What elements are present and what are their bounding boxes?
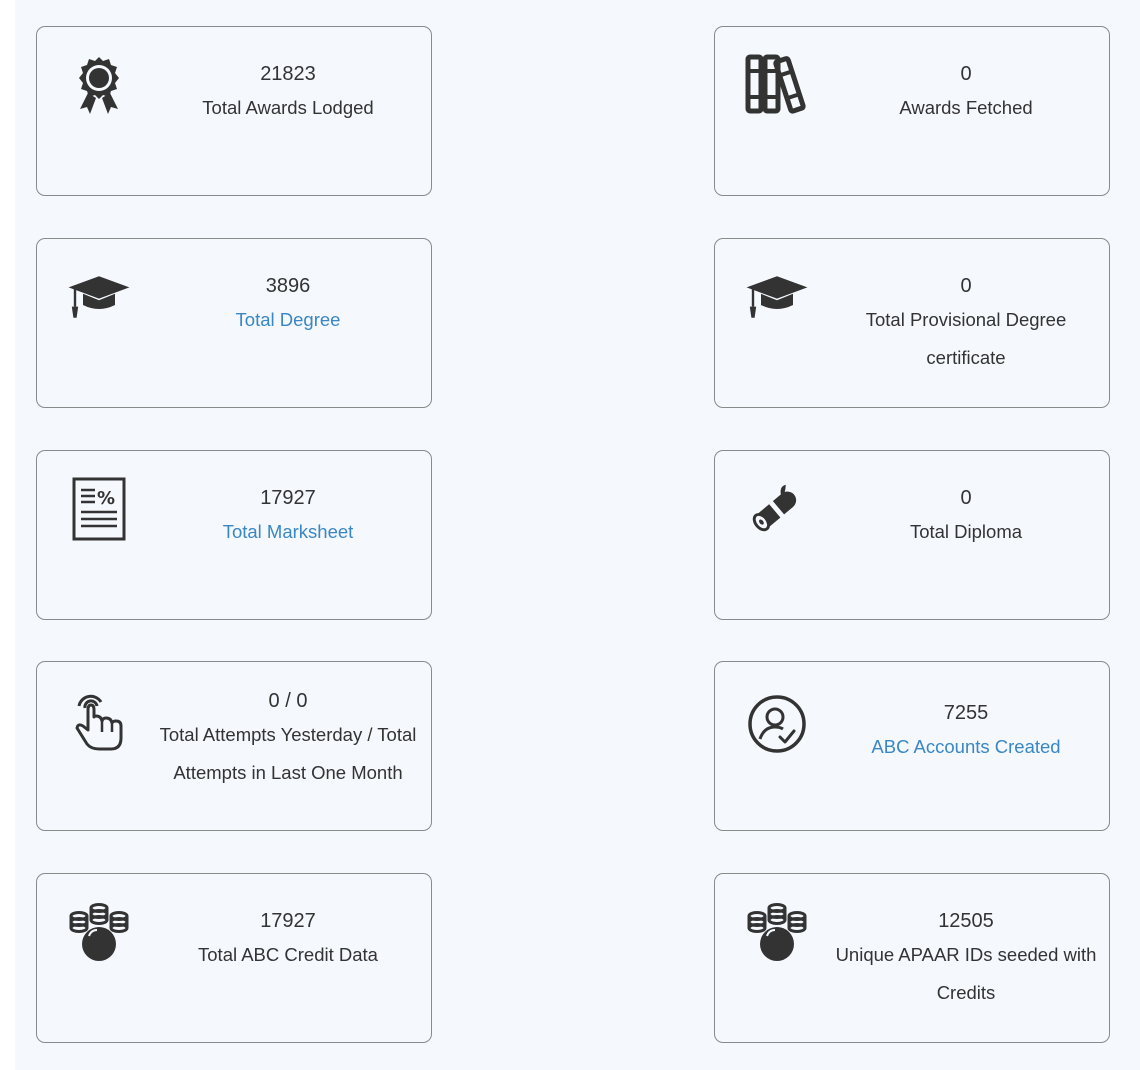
graduation-cap-icon: [745, 265, 809, 329]
award-ribbon-icon: [67, 53, 131, 117]
stat-card-total-degree[interactable]: 3896 Total Degree: [36, 238, 432, 408]
stat-card-total-attempts: 0 / 0 Total Attempts Yesterday / Total A…: [36, 661, 432, 831]
svg-text:%: %: [97, 488, 115, 509]
stat-value: 3896: [265, 275, 311, 297]
stat-card-total-abc-credit-data: 17927 Total ABC Credit Data: [36, 873, 432, 1043]
coins-icon: [745, 900, 809, 964]
marksheet-percent-icon: %: [67, 477, 131, 541]
stat-label: Total Awards Lodged: [202, 97, 374, 118]
stat-value: 0: [960, 275, 972, 297]
coins-icon: [67, 900, 131, 964]
stat-label: Total ABC Credit Data: [198, 944, 378, 965]
dashboard-stats-panel: 21823 Total Awards Lodged 0 Awards Fetch…: [15, 0, 1140, 1070]
stat-card-total-provisional-degree: 0 Total Provisional Degree certificate: [714, 238, 1110, 408]
total-marksheet-link[interactable]: Total Marksheet: [157, 513, 419, 551]
stat-value: 7255: [943, 702, 989, 724]
stat-value: 21823: [260, 63, 316, 85]
graduation-cap-icon: [67, 265, 131, 329]
stat-card-total-awards-lodged: 21823 Total Awards Lodged: [36, 26, 432, 196]
user-check-circle-icon: [745, 692, 809, 756]
stat-label: Total Provisional Degree certificate: [865, 309, 1067, 368]
stat-label: Unique APAAR IDs seeded with Credits: [835, 944, 1097, 1003]
abc-accounts-created-link[interactable]: ABC Accounts Created: [835, 728, 1097, 766]
diploma-scroll-icon: [745, 477, 809, 541]
books-icon: [745, 53, 809, 117]
stat-label: Total Attempts Yesterday / Total Attempt…: [159, 724, 417, 783]
stat-value: 17927: [260, 487, 316, 509]
stat-card-unique-apaar-ids: 12505 Unique APAAR IDs seeded with Credi…: [714, 873, 1110, 1043]
stat-label: Awards Fetched: [899, 97, 1033, 118]
pointer-hand-icon: [67, 688, 131, 752]
stat-card-abc-accounts-created[interactable]: 7255 ABC Accounts Created: [714, 661, 1110, 831]
stat-value: 12505: [938, 910, 994, 932]
stat-value: 0: [960, 487, 972, 509]
stat-value: 0 / 0: [268, 690, 308, 712]
stat-card-total-marksheet[interactable]: % 17927 Total Marksheet: [36, 450, 432, 620]
stat-card-awards-fetched: 0 Awards Fetched: [714, 26, 1110, 196]
stat-card-total-diploma: 0 Total Diploma: [714, 450, 1110, 620]
stat-value: 0: [960, 63, 972, 85]
total-degree-link[interactable]: Total Degree: [157, 301, 419, 339]
stat-label: Total Diploma: [909, 521, 1023, 542]
stat-value: 17927: [260, 910, 316, 932]
